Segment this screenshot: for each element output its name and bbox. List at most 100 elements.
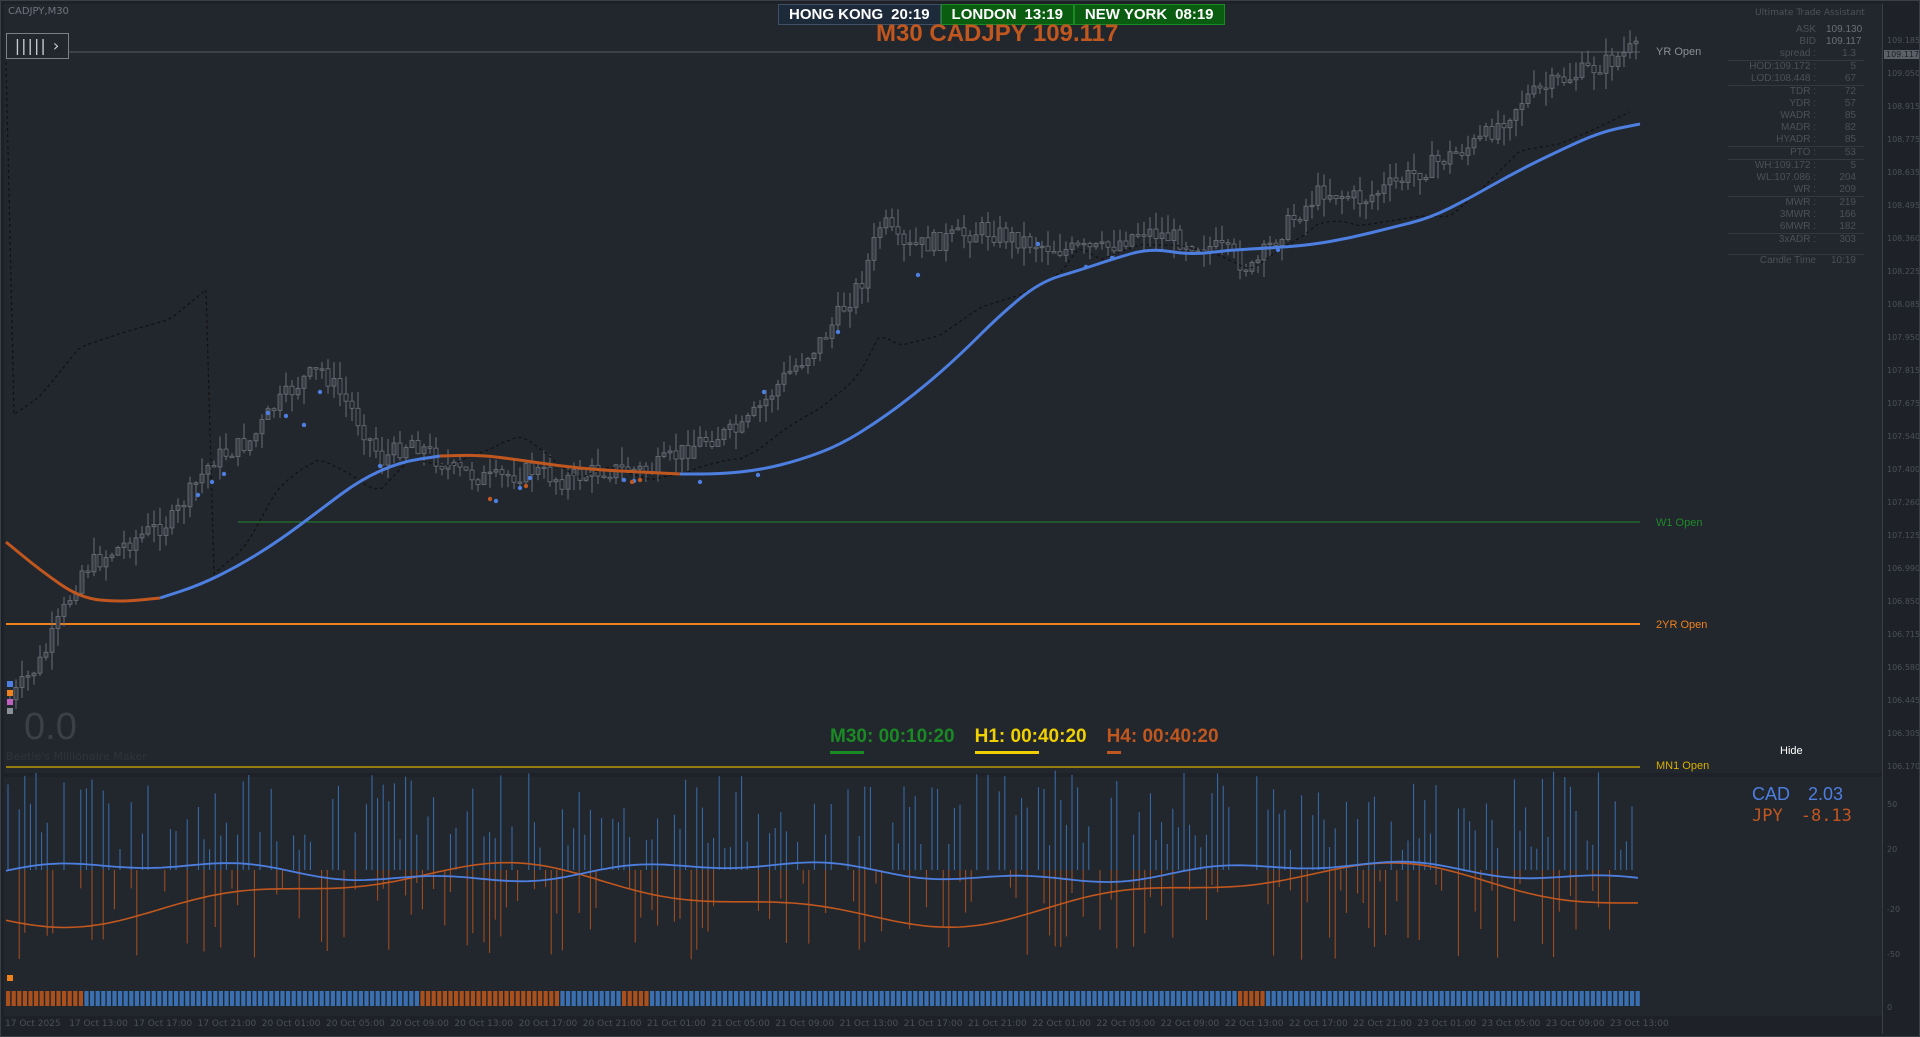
trend-strip-cell <box>1568 991 1573 1006</box>
candle-body <box>217 448 223 468</box>
price-tick: 106.850 <box>1887 597 1920 606</box>
candle-body <box>1015 232 1021 249</box>
trend-strip-cell <box>902 991 907 1006</box>
trend-strip-cell <box>1238 991 1243 1006</box>
trend-strip-cell <box>392 991 397 1006</box>
trend-strip-cell <box>123 991 128 1006</box>
trend-strip-cell <box>571 991 576 1006</box>
trend-strip-cell <box>599 991 604 1006</box>
uta-row: Candle Time 10:19 <box>1728 254 1864 267</box>
candle-body <box>127 542 133 551</box>
trend-strip-cell <box>1260 991 1265 1006</box>
signal-dot <box>221 471 227 477</box>
candle-body <box>1255 259 1261 263</box>
candle-body <box>1495 123 1501 140</box>
trend-strip-cell <box>991 991 996 1006</box>
candle-body <box>715 439 721 447</box>
signal-dot <box>265 410 271 416</box>
candle-body <box>985 222 991 238</box>
signal-dot <box>755 472 761 478</box>
candle-body <box>121 542 127 548</box>
trend-strip-cell <box>274 991 279 1006</box>
ma-segment-bull <box>680 122 1641 476</box>
candle-body <box>1051 251 1057 254</box>
price-tick: 108.495 <box>1887 201 1920 210</box>
candle-body <box>1339 196 1345 199</box>
uta-title: Ultimate Trade Assistant <box>1755 8 1865 18</box>
trend-strip-cell <box>353 991 358 1006</box>
candle-body <box>1111 246 1117 252</box>
candle-body <box>1303 205 1309 221</box>
candle-body <box>1429 154 1435 178</box>
price-tick: 109.050 <box>1887 69 1920 78</box>
trend-strip-cell <box>347 991 352 1006</box>
candle-body <box>151 524 157 528</box>
candle-body <box>757 405 763 408</box>
candle-body <box>1219 240 1225 244</box>
candle-body <box>463 466 469 471</box>
price-scale[interactable]: 109.185 109.050 108.915 108.775 108.635 108.4… <box>1882 4 1920 1034</box>
trend-strip-cell <box>1210 991 1215 1006</box>
trend-strip-cell <box>1025 991 1030 1006</box>
candle-body <box>547 466 553 483</box>
uta-row: MWR :219 <box>1728 196 1864 209</box>
ma-segment-bear <box>439 453 681 476</box>
candle-body <box>241 438 247 452</box>
candle-body <box>883 217 889 229</box>
trend-strip-cell <box>1540 991 1545 1006</box>
candle-body <box>697 436 703 447</box>
chart-nav-button[interactable]: ||||| › <box>6 33 69 59</box>
trend-strip-cell <box>1630 991 1635 1006</box>
trend-strip-cell <box>980 991 985 1006</box>
signal-dot <box>209 479 215 485</box>
candle-body <box>1045 245 1051 252</box>
time-axis[interactable]: 17 Oct 2025 17 Oct 13:00 17 Oct 17:00 17 Oc… <box>0 1016 1882 1034</box>
time-tick: 22 Oct 05:00 <box>1096 1019 1156 1029</box>
trend-strip-cell <box>1338 991 1343 1006</box>
trend-strip-cell <box>1142 991 1147 1006</box>
trend-strip-cell <box>409 991 414 1006</box>
candle-body <box>145 526 151 535</box>
trend-strip-cell <box>1316 991 1321 1006</box>
2yr-open-label: 2YR Open <box>1656 619 1708 631</box>
candle-body <box>1585 62 1591 66</box>
candle-body <box>745 414 751 423</box>
candle-body <box>289 385 295 396</box>
candle-body <box>1375 192 1381 196</box>
candle-body <box>895 226 901 235</box>
candle-body <box>589 464 595 477</box>
trend-strip-cell <box>907 991 912 1006</box>
candle-body <box>523 462 529 483</box>
trend-strip-cell <box>941 991 946 1006</box>
candle-body <box>1099 241 1105 244</box>
candle-body <box>925 237 931 252</box>
trend-strip-cell <box>1198 991 1203 1006</box>
trend-strip-cell <box>190 991 195 1006</box>
trend-strip-cell <box>750 991 755 1006</box>
timer-h4: H4: 00:40:20 <box>1106 726 1219 754</box>
trend-strip-cell <box>969 991 974 1006</box>
trend-strip-cell <box>1473 991 1478 1006</box>
trend-strip-cell <box>1366 991 1371 1006</box>
signal-dot <box>637 477 643 483</box>
trend-strip-cell <box>678 991 683 1006</box>
trend-strip-cell <box>879 991 884 1006</box>
trend-strip-cell <box>1137 991 1142 1006</box>
candle-body <box>1141 234 1147 237</box>
trend-strip-cell <box>946 991 951 1006</box>
price-tick: 108.915 <box>1887 102 1920 111</box>
hide-button[interactable]: Hide <box>1780 745 1803 757</box>
trend-strip-cell <box>594 991 599 1006</box>
signal-dot <box>761 389 767 395</box>
trend-strip-cell <box>1450 991 1455 1006</box>
osc-tick: -20 <box>1887 905 1901 914</box>
trend-strip-cell <box>1030 991 1035 1006</box>
trend-strip-cell <box>118 991 123 1006</box>
candle-body <box>493 469 499 473</box>
trend-strip-cell <box>1557 991 1562 1006</box>
trend-strip-cell <box>1322 991 1327 1006</box>
candle-body <box>49 628 55 653</box>
arrow-right-icon: › <box>52 36 61 55</box>
candle-body <box>1453 151 1459 154</box>
legend-square-blue <box>7 681 13 687</box>
